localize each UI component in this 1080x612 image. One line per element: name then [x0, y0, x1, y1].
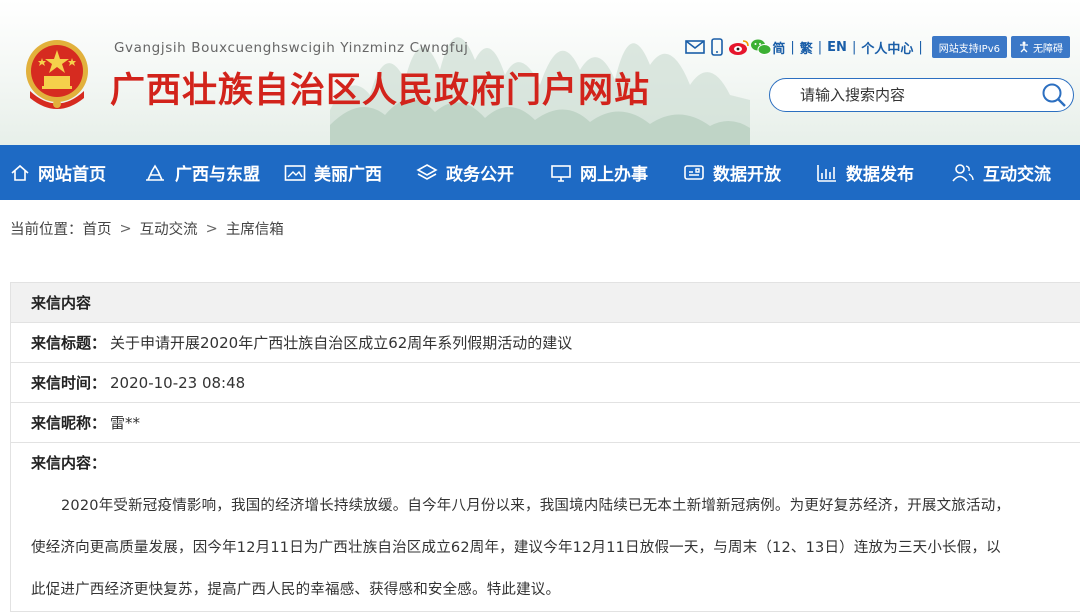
content-label: 来信内容： [31, 454, 107, 472]
letter-panel: 来信内容 来信标题： 关于申请开展2020年广西壮族自治区成立62周年系列假期活… [10, 282, 1080, 612]
home-icon [11, 164, 29, 181]
site-header: Gvangjsih Bouxcuenghswcigih Yinzminz Cwn… [0, 0, 1080, 145]
toolbar-divider: | [851, 39, 857, 55]
national-emblem-icon [26, 40, 88, 109]
breadcrumb-home-link[interactable]: 首页 [83, 218, 112, 239]
toolbar-divider: | [817, 39, 823, 55]
picture-icon [284, 164, 306, 181]
letter-nickname-row: 来信昵称： 雷** [11, 403, 1080, 443]
nav-item-interaction[interactable]: 互动交流 [951, 145, 1051, 200]
letter-content-row: 来信内容： [11, 443, 1080, 475]
layers-icon [416, 163, 438, 180]
weibo-icon[interactable] [728, 36, 750, 58]
search-box [769, 78, 1074, 112]
site-pinyin-title: Gvangjsih Bouxcuenghswcigih Yinzminz Cwn… [114, 40, 469, 56]
breadcrumb-interaction-link[interactable]: 互动交流 [140, 218, 198, 239]
mail-icon[interactable] [684, 36, 706, 58]
breadcrumb: 当前位置： 首页 > 互动交流 > 主席信箱 [10, 218, 284, 239]
ipv6-badge[interactable]: 网站支持IPv6 [931, 36, 1007, 58]
nav-item-label: 网站首页 [38, 165, 106, 185]
landmark-icon [146, 163, 164, 181]
search-button[interactable] [1039, 81, 1069, 109]
nav-item-government-affairs[interactable]: 政务公开 [416, 145, 514, 200]
breadcrumb-separator: > [119, 220, 132, 237]
nickname-label: 来信昵称： [31, 414, 107, 432]
search-input[interactable] [800, 85, 1020, 105]
nav-item-data-release[interactable]: 数据发布 [816, 145, 914, 200]
nav-item-beautiful-guangxi[interactable]: 美丽广西 [284, 145, 382, 200]
nav-item-label: 广西与东盟 [175, 165, 260, 185]
nav-item-label: 网上办事 [580, 165, 648, 185]
search-icon [1042, 83, 1066, 107]
accessibility-label: 无障碍 [1033, 43, 1063, 55]
breadcrumb-separator: > [205, 220, 218, 237]
nav-item-label: 美丽广西 [314, 165, 382, 185]
nav-item-online-services[interactable]: 网上办事 [550, 145, 648, 200]
nav-item-home[interactable]: 网站首页 [10, 145, 106, 200]
toolbar-divider: | [918, 39, 923, 55]
database-icon [684, 164, 704, 180]
main-nav: 网站首页 广西与东盟 美丽广西 政务公开 网上办事 数据开放 数据发布 互动交流 [0, 145, 1080, 200]
letter-content-text: 2020年受新冠疫情影响，我国的经济增长持续放缓。自今年八月份以来，我国境内陆续… [31, 498, 1011, 598]
accessibility-button[interactable]: 无障碍 [1011, 36, 1070, 58]
simplified-chinese-link[interactable]: 简 [772, 38, 785, 57]
wechat-icon[interactable] [750, 36, 772, 58]
site-title: 广西壮族自治区人民政府门户网站 [110, 71, 651, 111]
breadcrumb-mailbox-link[interactable]: 主席信箱 [226, 218, 284, 239]
accessibility-icon [1020, 41, 1028, 53]
header-toolbar: 简 | 繁 | EN | 个人中心 | 网站支持IPv6 无障碍 [684, 36, 1070, 58]
time-value: 2020-10-23 08:48 [110, 373, 246, 392]
nav-item-open-data[interactable]: 数据开放 [683, 145, 781, 200]
traditional-chinese-link[interactable]: 繁 [800, 38, 813, 57]
subject-value: 关于申请开展2020年广西壮族自治区成立62周年系列假期活动的建议 [110, 334, 573, 352]
nickname-value: 雷** [110, 414, 141, 432]
english-link[interactable]: EN [827, 40, 847, 55]
toolbar-divider: | [790, 39, 795, 55]
monitor-icon [551, 164, 571, 182]
breadcrumb-prefix: 当前位置： [10, 222, 83, 238]
letter-section-title: 来信内容 [11, 283, 1080, 323]
time-label: 来信时间： [31, 374, 107, 392]
mobile-icon[interactable] [706, 36, 728, 58]
letter-subject-row: 来信标题： 关于申请开展2020年广西壮族自治区成立62周年系列假期活动的建议 [11, 323, 1080, 363]
user-center-link[interactable]: 个人中心 [861, 38, 913, 57]
letter-time-row: 来信时间： 2020-10-23 08:48 [11, 363, 1080, 403]
users-icon [952, 163, 974, 182]
bar-chart-icon [817, 164, 836, 182]
nav-item-label: 数据开放 [713, 165, 781, 185]
subject-label: 来信标题： [31, 334, 107, 352]
nav-item-label: 数据发布 [846, 165, 914, 185]
nav-item-label: 互动交流 [983, 165, 1051, 185]
nav-item-label: 政务公开 [446, 165, 514, 185]
nav-item-guangxi-asean[interactable]: 广西与东盟 [143, 145, 260, 200]
